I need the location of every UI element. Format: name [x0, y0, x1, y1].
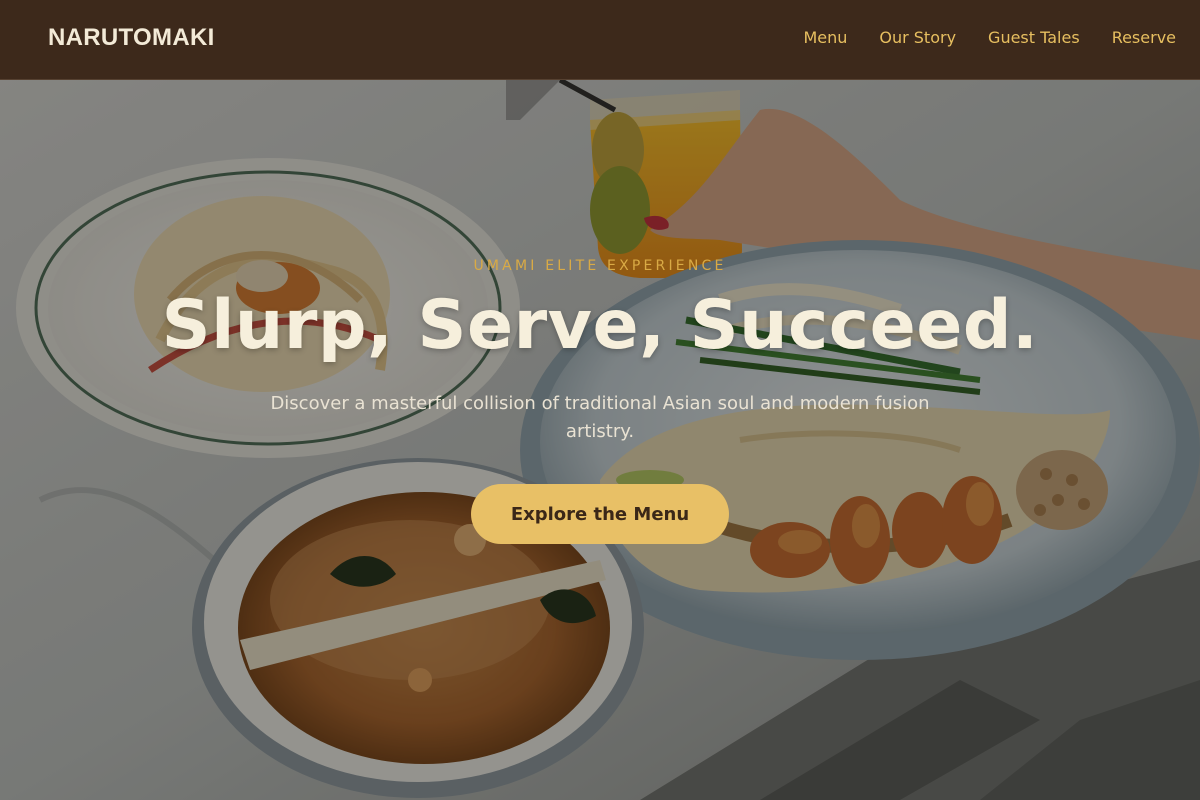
- top-navbar: NARUTOMAKI Menu Our Story Guest Tales Re…: [0, 0, 1200, 80]
- hero-headline: Slurp, Serve, Succeed.: [161, 286, 1039, 365]
- hero-eyebrow: UMAMI ELITE EXPERIENCE: [473, 258, 727, 274]
- nav-link-our-story[interactable]: Our Story: [879, 28, 956, 47]
- brand-logo[interactable]: NARUTOMAKI: [48, 24, 215, 52]
- nav-link-menu[interactable]: Menu: [803, 28, 847, 47]
- hero-content: UMAMI ELITE EXPERIENCE Slurp, Serve, Suc…: [0, 80, 1200, 800]
- hero-section: UMAMI ELITE EXPERIENCE Slurp, Serve, Suc…: [0, 80, 1200, 800]
- nav-links: Menu Our Story Guest Tales Reserve: [803, 28, 1176, 47]
- hero-subtitle: Discover a masterful collision of tradit…: [270, 393, 930, 442]
- landing-page: NARUTOMAKI Menu Our Story Guest Tales Re…: [0, 0, 1200, 800]
- explore-menu-button[interactable]: Explore the Menu: [471, 484, 729, 544]
- nav-link-guest-tales[interactable]: Guest Tales: [988, 28, 1080, 47]
- nav-link-reserve[interactable]: Reserve: [1112, 28, 1176, 47]
